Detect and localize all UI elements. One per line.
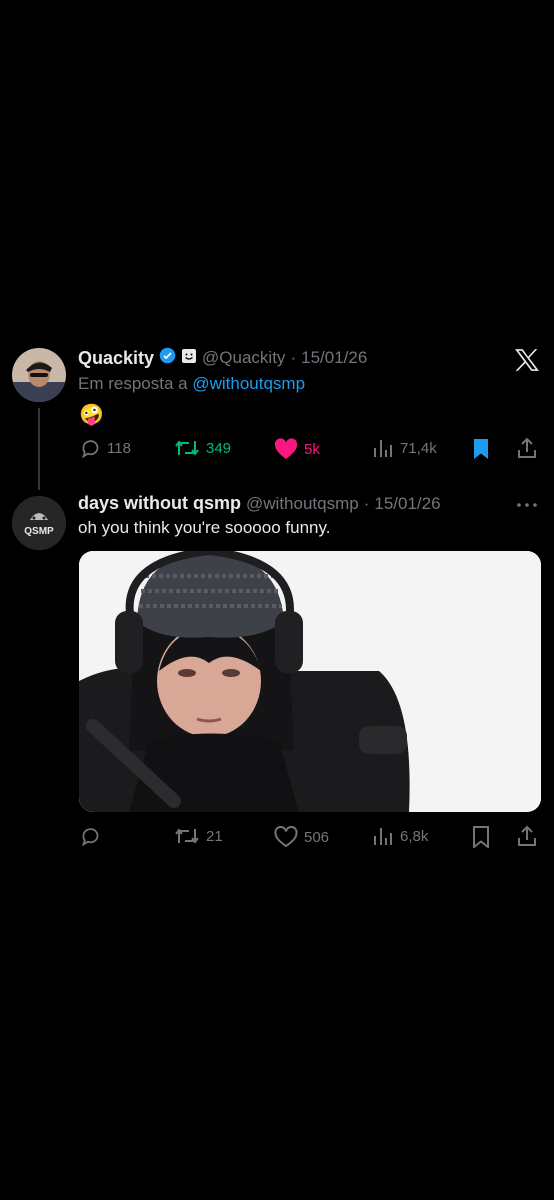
thread-line: [38, 408, 40, 490]
author-handle[interactable]: @Quackity: [202, 348, 285, 368]
reply-to-link[interactable]: @withoutqsmp: [192, 374, 305, 393]
affiliate-badge-icon: [181, 348, 197, 369]
bookmark-icon[interactable]: [471, 438, 491, 465]
retweet-button[interactable]: 349: [174, 438, 231, 458]
reply-icon: [80, 826, 101, 847]
author-name[interactable]: Quackity: [78, 348, 154, 369]
avatar-quackity[interactable]: [12, 348, 66, 402]
bookmark-icon[interactable]: [471, 826, 491, 853]
retweet-icon: [174, 438, 200, 458]
views-count: 6,8k: [400, 827, 429, 845]
post-date[interactable]: 15/01/26: [374, 494, 440, 514]
tweet-quackity: Quackity @Quackity · 15/01/26 Em respost…: [0, 340, 554, 490]
retweet-count: 349: [206, 439, 232, 457]
views-button[interactable]: 6,8k: [372, 826, 428, 846]
post-text: 🤪: [79, 404, 104, 426]
reply-context: Em resposta a @withoutqsmp: [78, 374, 305, 394]
avatar-withoutqsmp[interactable]: QSMP: [12, 496, 66, 550]
reply-icon: [80, 438, 101, 459]
views-count: 71,4k: [400, 439, 437, 457]
retweet-icon: [174, 826, 200, 846]
post-date[interactable]: 15/01/26: [301, 348, 367, 368]
separator-dot: ·: [290, 348, 297, 367]
tweet-withoutqsmp: QSMP days without qsmp @withoutqsmp · 15…: [0, 484, 554, 864]
more-icon[interactable]: [516, 496, 538, 514]
share-icon[interactable]: [516, 437, 538, 464]
like-button[interactable]: 5k: [274, 438, 320, 460]
retweet-count: 21: [206, 827, 223, 845]
share-icon[interactable]: [516, 825, 538, 852]
retweet-button[interactable]: 21: [174, 826, 223, 846]
like-icon: [274, 438, 298, 460]
separator-dot: ·: [363, 493, 370, 513]
like-icon: [274, 826, 298, 848]
author-handle[interactable]: @withoutqsmp: [246, 494, 359, 514]
reply-button[interactable]: [80, 826, 107, 847]
like-button[interactable]: 506: [274, 826, 329, 848]
post-media-image[interactable]: [79, 551, 541, 812]
like-count: 5k: [304, 440, 320, 458]
views-icon: [372, 438, 394, 458]
post-text: oh you think you're sooooo funny.: [78, 518, 331, 537]
reply-button[interactable]: 118: [80, 438, 131, 459]
reply-prefix: Em resposta a: [78, 374, 188, 393]
views-button[interactable]: 71,4k: [372, 438, 437, 458]
verified-badge-icon: [159, 347, 176, 369]
views-icon: [372, 826, 394, 846]
x-logo-icon: [514, 348, 540, 377]
avatar-logo-text: QSMP: [24, 526, 54, 537]
like-count: 506: [304, 828, 330, 846]
reply-count: 118: [107, 440, 131, 457]
author-name[interactable]: days without qsmp: [78, 493, 241, 514]
